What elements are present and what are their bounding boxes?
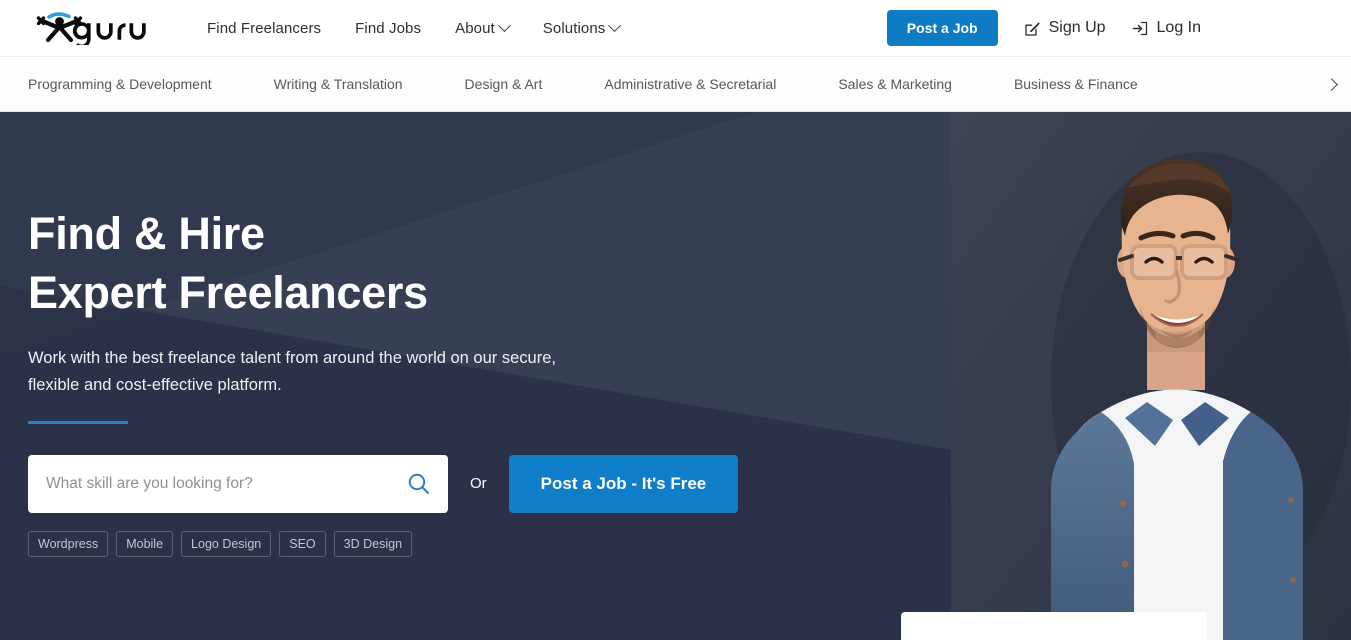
hero-subtitle-line-1: Work with the best freelance talent from… bbox=[28, 348, 556, 367]
guru-figure-logo bbox=[36, 12, 146, 45]
category-bar: Programming & Development Writing & Tran… bbox=[0, 56, 1351, 112]
accent-divider bbox=[28, 421, 128, 424]
suggested-skill-tags: Wordpress Mobile Logo Design SEO 3D Desi… bbox=[28, 530, 1351, 557]
skill-tag-3d-design[interactable]: 3D Design bbox=[333, 530, 413, 557]
skill-tag-wordpress[interactable]: Wordpress bbox=[28, 530, 109, 557]
nav-label: Solutions bbox=[542, 19, 606, 37]
nav-label: Find Jobs bbox=[355, 19, 422, 37]
nav-item-about[interactable]: About bbox=[455, 18, 511, 37]
sign-up-label: Sign Up bbox=[1048, 19, 1106, 36]
log-in-label: Log In bbox=[1156, 19, 1201, 36]
hero-search-row: Or Post a Job - It's Free bbox=[28, 454, 1351, 513]
category-item-writing-translation[interactable]: Writing & Translation bbox=[274, 76, 403, 92]
chevron-right-icon bbox=[1324, 77, 1338, 91]
nav-item-find-freelancers[interactable]: Find Freelancers bbox=[207, 20, 321, 37]
category-item-design-art[interactable]: Design & Art bbox=[465, 76, 543, 92]
hero-title: Find & Hire Expert Freelancers bbox=[28, 204, 1351, 323]
or-separator-label: Or bbox=[470, 475, 487, 493]
search-box[interactable] bbox=[28, 454, 448, 513]
pencil-square-icon bbox=[1024, 21, 1040, 36]
nav-label: About bbox=[455, 19, 495, 37]
bottom-white-panel bbox=[901, 612, 1207, 640]
hero-content: Find & Hire Expert Freelancers Work with… bbox=[0, 112, 1351, 557]
sign-up-link[interactable]: Sign Up bbox=[1024, 19, 1106, 37]
post-a-job-free-button[interactable]: Post a Job - It's Free bbox=[508, 454, 739, 513]
main-navigation: Find Freelancers Find Jobs About Solutio… bbox=[207, 18, 622, 37]
category-next-button[interactable] bbox=[1311, 57, 1351, 111]
skill-tag-mobile[interactable]: Mobile bbox=[116, 530, 174, 557]
chevron-down-icon bbox=[608, 18, 622, 32]
nav-label: Find Freelancers bbox=[207, 19, 322, 37]
hero-subtitle-line-2: flexible and cost-effective platform. bbox=[28, 376, 282, 394]
guru-logo[interactable] bbox=[28, 11, 163, 45]
nav-item-solutions[interactable]: Solutions bbox=[542, 18, 622, 37]
category-item-programming-development[interactable]: Programming & Development bbox=[28, 76, 212, 92]
category-item-administrative-secretarial[interactable]: Administrative & Secretarial bbox=[604, 76, 776, 92]
skill-tag-logo-design[interactable]: Logo Design bbox=[181, 530, 272, 557]
hero-title-line-2: Expert Freelancers bbox=[28, 267, 428, 319]
hero-section: Find & Hire Expert Freelancers Work with… bbox=[0, 112, 1351, 640]
hero-title-line-1: Find & Hire bbox=[28, 208, 265, 259]
post-a-job-button[interactable]: Post a Job bbox=[886, 10, 998, 46]
top-header: Find Freelancers Find Jobs About Solutio… bbox=[0, 0, 1351, 56]
hero-subtitle: Work with the best freelance talent from… bbox=[28, 345, 648, 399]
login-arrow-icon bbox=[1132, 21, 1147, 35]
chevron-down-icon bbox=[497, 18, 511, 32]
log-in-link[interactable]: Log In bbox=[1132, 19, 1201, 37]
search-icon bbox=[408, 474, 429, 495]
header-actions: Post a Job Sign Up Log In bbox=[886, 10, 1331, 46]
category-item-business-finance[interactable]: Business & Finance bbox=[1014, 76, 1138, 92]
category-list: Programming & Development Writing & Tran… bbox=[28, 76, 1351, 92]
search-button[interactable] bbox=[405, 472, 432, 495]
category-item-sales-marketing[interactable]: Sales & Marketing bbox=[838, 76, 952, 92]
search-input[interactable] bbox=[46, 474, 405, 493]
nav-item-find-jobs[interactable]: Find Jobs bbox=[355, 20, 421, 37]
skill-tag-seo[interactable]: SEO bbox=[279, 530, 326, 557]
